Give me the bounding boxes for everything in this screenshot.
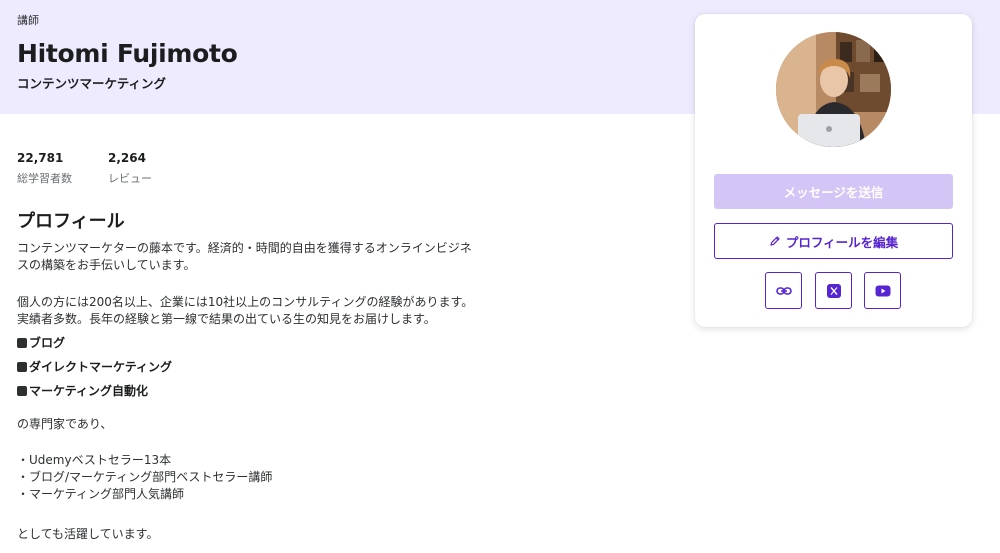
expert-line: の専門家であり、 xyxy=(17,417,113,431)
stat-value: 22,781 xyxy=(17,151,64,165)
instructor-headline: コンテンツマーケティング xyxy=(17,76,167,91)
achievement-item: ・マーケティング部門人気講師 xyxy=(17,487,185,501)
square-bullet-icon xyxy=(17,385,27,396)
avatar-photo xyxy=(776,32,891,147)
bio-paragraph-1: コンテンツマーケターの藤本です。経済的・時間的自由を獲得するオンラインビジネスの… xyxy=(17,241,472,272)
bold-bullet-item: マーケティング自動化 xyxy=(17,382,148,399)
youtube-channel-button[interactable] xyxy=(864,272,901,309)
stat-reviews: 2,264 レビュー xyxy=(108,151,152,186)
bullet-text: マーケティング自動化 xyxy=(29,384,149,398)
instructor-card: メッセージを送信 プロフィールを編集 xyxy=(695,14,972,327)
send-message-button[interactable]: メッセージを送信 xyxy=(714,174,953,209)
youtube-icon xyxy=(875,285,890,296)
link-icon xyxy=(775,286,792,295)
website-link-button[interactable] xyxy=(765,272,802,309)
stat-total-students: 22,781 総学習者数 xyxy=(17,151,72,186)
bold-bullet-item: ダイレクトマーケティング xyxy=(17,358,172,375)
x-profile-button[interactable] xyxy=(815,272,852,309)
role-label: 講師 xyxy=(17,14,39,27)
bold-bullet-item: ブログ xyxy=(17,334,65,351)
pencil-icon xyxy=(770,236,780,246)
edit-profile-label: プロフィールを編集 xyxy=(785,234,899,250)
bullet-text: ブログ xyxy=(29,336,66,350)
profile-title: プロフィール xyxy=(17,211,125,232)
stat-label: レビュー xyxy=(108,172,152,185)
closing-line: としても活躍しています。 xyxy=(17,527,159,541)
stat-value: 2,264 xyxy=(108,151,146,165)
instructor-name: Hitomi Fujimoto xyxy=(17,39,238,68)
edit-profile-button[interactable]: プロフィールを編集 xyxy=(714,223,953,259)
achievement-item: ・Udemyベストセラー13本 xyxy=(17,453,172,467)
square-bullet-icon xyxy=(17,337,27,348)
bullet-text: ダイレクトマーケティング xyxy=(29,360,173,374)
x-icon xyxy=(826,283,841,298)
square-bullet-icon xyxy=(17,361,27,372)
bio-paragraph-2: 個人の方には200名以上、企業には10社以上のコンサルティングの経験があります。… xyxy=(17,295,474,326)
stat-label: 総学習者数 xyxy=(17,172,72,185)
avatar xyxy=(776,32,891,147)
achievement-item: ・ブログ/マーケティング部門ベストセラー講師 xyxy=(17,470,273,484)
